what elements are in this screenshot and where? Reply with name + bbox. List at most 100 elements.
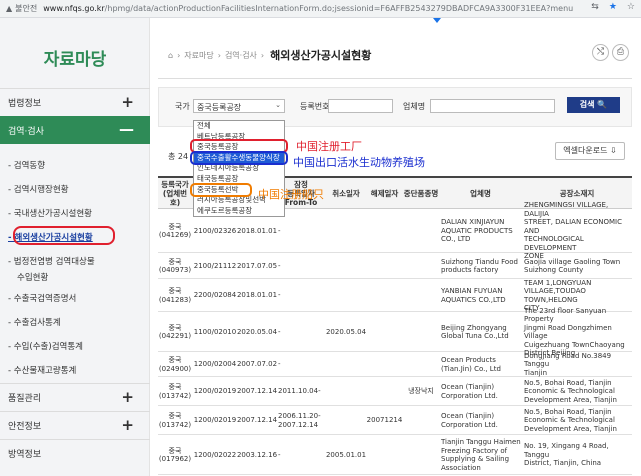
table-cell: 중국 (042291) <box>158 323 192 341</box>
search-button[interactable]: 검색 🔍 <box>567 97 620 113</box>
breadcrumb-sep: › <box>260 50 265 60</box>
sidebar-item-label: 품질관리 <box>8 394 42 404</box>
submenu-legal-disease[interactable]: - 법정전염병 검역대상물 수입현황 <box>8 255 95 283</box>
submenu-label: 법정전염병 검역대상물 <box>13 257 95 267</box>
submenu-import-stats[interactable]: - 수입(수출)검역통계 <box>8 340 83 352</box>
submenu-quarantine-sites[interactable]: - 검역시행장현황 <box>8 183 69 195</box>
table-cell <box>366 253 403 279</box>
submenu-export-certificate[interactable]: - 수출국검역증명서 <box>8 292 76 304</box>
column-header: 취소일자 <box>332 189 360 198</box>
submenu-quarantine-trend[interactable]: - 검역동향 <box>8 159 45 171</box>
table-cell <box>366 435 403 475</box>
bookmark-star-icon[interactable]: ★ <box>609 2 617 12</box>
url-text[interactable]: www.nfqs.go.kr/hpmg/data/actionProductio… <box>43 4 573 13</box>
table-cell: Gaojia village Gaoling Town Suizhong Coun… <box>524 257 621 275</box>
url-path: /hpmg/data/actionProductionFacilitiesInt… <box>104 4 574 13</box>
submenu-label: 국내생산가공시설현황 <box>13 209 92 219</box>
favorites-icon[interactable]: ☆ <box>627 2 635 12</box>
table-cell: 2017.07.05 <box>236 261 278 270</box>
table-cell: YANBIAN FUYUAN AQUATICS CO.,LTD <box>441 287 506 304</box>
minus-icon: — <box>119 120 134 138</box>
table-cell: 중국 (013742) <box>158 383 192 400</box>
sidebar-item-label: 검역·검사 <box>8 126 44 137</box>
table-cell: 2006.11.20- 2007.12.14 <box>278 412 321 429</box>
breadcrumb-item[interactable]: 자료마당 <box>184 50 213 61</box>
submenu-label: 수입(수출)검역통계 <box>13 342 83 352</box>
table-cell: ZHENGMINGSI VILLAGE, DALIJIASTREET, DALI… <box>524 201 622 261</box>
plus-icon: + <box>121 93 134 111</box>
table-cell: Ocean (Tianjin) Corporation Ltd. <box>441 412 498 429</box>
table-cell: 2200/02084 <box>193 291 237 300</box>
submenu-domestic-facilities[interactable]: - 국내생산가공시설현황 <box>8 207 92 219</box>
submenu-label: 수산물재고량통계 <box>13 366 77 376</box>
submenu-label: 검역동향 <box>13 161 46 171</box>
column-header: 해제일자 <box>370 189 399 198</box>
table-cell: 중국 (017962) <box>158 446 192 464</box>
column-header: 업체명 <box>470 189 491 198</box>
reg-number-input[interactable] <box>328 99 393 113</box>
table-cell <box>403 352 439 377</box>
chevron-down-icon <box>433 18 441 23</box>
submenu-export-stats[interactable]: - 수출검사통계 <box>8 316 61 328</box>
excel-download-button[interactable]: 엑셀다운로드 ⇩ <box>555 142 625 160</box>
table-cell: - <box>278 291 281 300</box>
table-cell: - <box>278 226 281 235</box>
country-select-value: 중국등록공장 <box>197 103 242 112</box>
annotation-box-orange <box>190 183 252 197</box>
country-select[interactable]: 중국등록공장 ⌄ <box>193 99 285 113</box>
table-cell <box>403 279 439 312</box>
breadcrumb-sep: › <box>177 50 181 60</box>
company-input[interactable] <box>430 99 555 113</box>
translate-icon[interactable]: ⇆ <box>591 2 599 12</box>
table-cell: 2020.05.04 <box>236 327 278 336</box>
table-cell: - <box>278 327 281 336</box>
table-cell: Beijing Zhongyang Global Tuna Co.,Ltd <box>441 323 509 341</box>
table-cell: No.5, Bohai Road, Tianjin Economic & Tech… <box>524 407 617 433</box>
table-cell: 1200/02019 <box>193 416 237 425</box>
table-cell <box>326 279 366 312</box>
table-cell: 중국 (041269) <box>158 222 192 240</box>
table-cell: 2005.01.01 <box>325 450 367 459</box>
print-icon[interactable]: ⎙ <box>612 44 629 61</box>
dropdown-option[interactable]: 에쿠도르등록공장 <box>194 206 284 217</box>
sidebar-item-label: 방역정보 <box>8 450 42 460</box>
sidebar-item-prevention[interactable]: 방역정보 <box>0 439 150 467</box>
table-cell <box>326 352 366 377</box>
country-dropdown-list[interactable]: 전체 베트남등록공장 중국등록공장 중국수출활수생동물양식장 인도네시아등록공장… <box>193 120 285 218</box>
submenu-label-line2: 수입현황 <box>17 273 49 283</box>
table-cell: 1200/02022 <box>193 450 237 459</box>
dropdown-option[interactable]: 전체 <box>194 121 284 132</box>
home-icon[interactable]: ⌂ <box>168 51 173 60</box>
table-cell: Ocean Products (Tian.Jin) Co., Ltd <box>441 356 501 373</box>
table-cell: DALIAN XINJIAYUN AQUATIC PRODUCTS CO., LTD <box>441 218 513 244</box>
table-cell: 2100/21112 <box>193 261 237 270</box>
table-cell: Tianjin Tanggu Haimen Freezing Factory of… <box>441 438 521 472</box>
table-cell: Ocean (Tianjin) Corporation Ltd. <box>441 383 498 400</box>
table-cell: 1200/02019 <box>193 387 237 396</box>
column-header: 중단품종명 <box>403 189 439 198</box>
sidebar-item-quarantine[interactable]: 검역·검사 — <box>0 116 150 144</box>
page-title: 해외생산가공시설현황 <box>270 49 372 62</box>
sidebar-item-quality[interactable]: 품질관리 + <box>0 383 150 411</box>
table-cell: 1100/02010 <box>193 327 237 336</box>
table-cell <box>403 209 439 253</box>
breadcrumb: ⌂ › 자료마당 › 검역·검사 › 해외생산가공시설현황 <box>168 47 375 63</box>
submenu-inventory-stats[interactable]: - 수산물재고량통계 <box>8 364 76 376</box>
annotation-text-red: 中国注册工厂 <box>296 140 362 153</box>
table-cell: - <box>278 360 281 369</box>
breadcrumb-item[interactable]: 검역·검사 <box>225 50 257 61</box>
highlight-oval-current-menu <box>13 226 115 245</box>
table-row: 중국 (042291) 1100/02010 2020.05.04-2020.05.0… <box>158 307 632 357</box>
plus-icon: + <box>121 388 134 406</box>
table-cell: No. 19, Xingang 4 Road, Tanggu District, … <box>524 442 609 468</box>
table-cell <box>326 253 366 279</box>
browser-address-bar[interactable]: ▲ 불안전 www.nfqs.go.kr/hpmg/data/actionPro… <box>0 0 641 18</box>
sidebar-item-safety[interactable]: 안전정보 + <box>0 411 150 439</box>
share-icon[interactable]: ⤭ <box>592 44 609 61</box>
table-row: 중국 (040973) 2100/21112 2017.07.05- Suizhong … <box>158 253 632 279</box>
table-cell <box>326 209 366 253</box>
table-cell <box>366 352 403 377</box>
annotation-text-blue: 中国出口活水生动物养殖场 <box>293 156 425 169</box>
annotation-box-blue <box>190 151 288 165</box>
sidebar-item-law[interactable]: 법령정보 + <box>0 88 150 116</box>
